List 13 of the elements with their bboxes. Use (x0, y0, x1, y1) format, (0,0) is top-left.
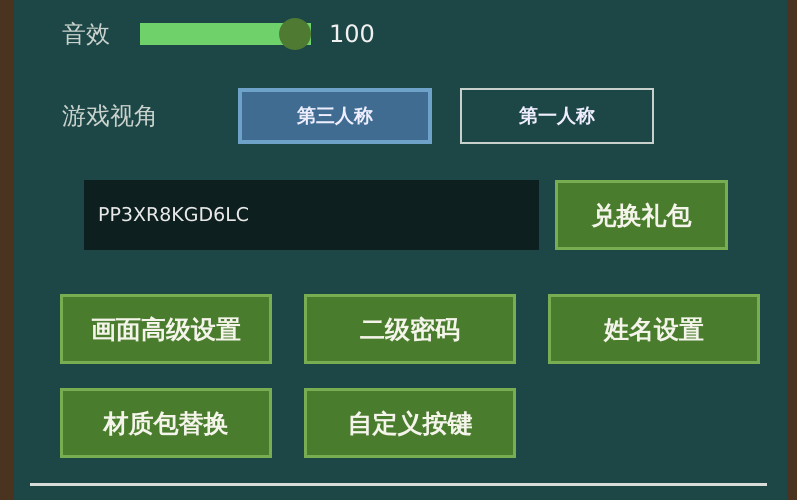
slider-thumb[interactable] (279, 18, 311, 50)
code-field[interactable]: PP3XR8KGD6LC (84, 180, 539, 250)
view-option[interactable]: 第一人称 (460, 88, 654, 144)
view-option[interactable]: 第三人称 (238, 88, 432, 144)
settings-button[interactable]: 材质包替换 (60, 388, 272, 458)
settings-button[interactable]: 姓名设置 (548, 294, 760, 364)
settings-button[interactable]: 二级密码 (304, 294, 516, 364)
view-label: 游戏视角 (61, 101, 159, 132)
settings-button[interactable]: 自定义按键 (304, 388, 516, 458)
sound-label: 音效 (61, 19, 111, 50)
volume-value: 100 (329, 20, 375, 48)
redeem-button[interactable]: 兑换礼包 (555, 180, 728, 250)
settings-button[interactable]: 画面高级设置 (60, 294, 272, 364)
